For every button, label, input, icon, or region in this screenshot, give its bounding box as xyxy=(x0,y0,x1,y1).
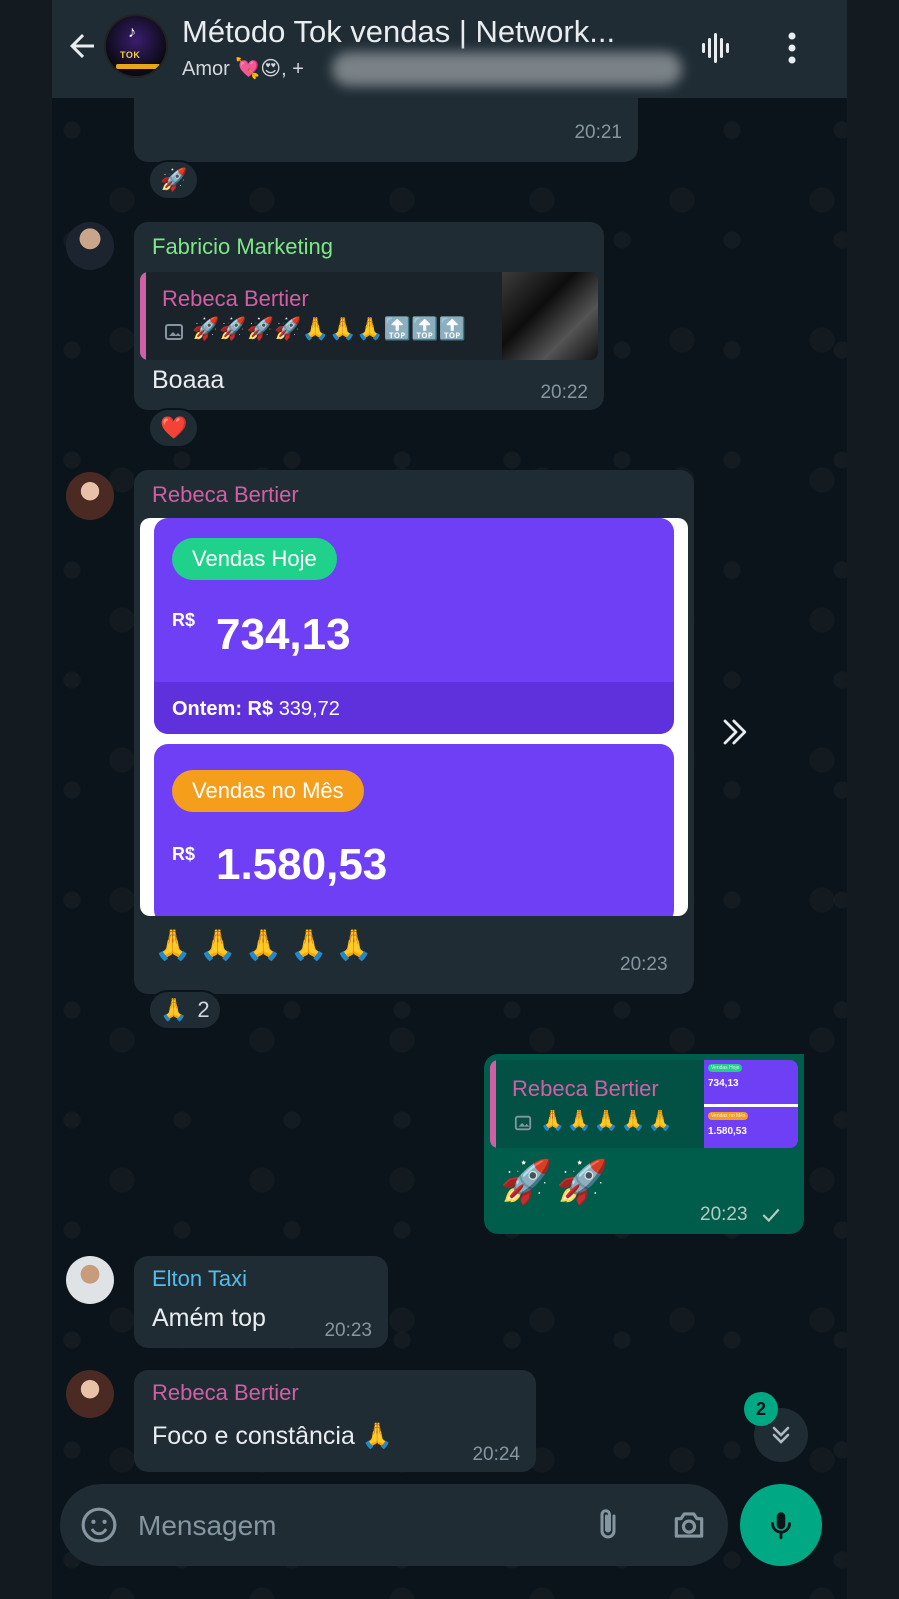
sender-name[interactable]: Rebeca Bertier xyxy=(152,1380,299,1406)
photo-icon xyxy=(514,1115,532,1131)
quote-bar xyxy=(490,1060,496,1148)
voice-record-button[interactable] xyxy=(740,1484,822,1566)
message-bubble[interactable]: Elton Taxi Amém top 20:23 xyxy=(134,1256,388,1348)
voice-chat-icon[interactable] xyxy=(697,28,737,68)
group-members[interactable]: Amor 💘😍, + xyxy=(182,56,304,81)
reaction-count: 2 xyxy=(197,997,210,1022)
yesterday-amount: 339,72 xyxy=(278,698,340,720)
double-chevron-down-icon xyxy=(772,1426,790,1444)
chat-header: ♪ TOK Método Tok vendas | Network... Amo… xyxy=(52,0,847,98)
sender-name[interactable]: Rebeca Bertier xyxy=(152,482,299,508)
sales-month-card: Vendas no Mês R$ 1.580,53 xyxy=(154,744,674,916)
tiktok-logo-icon: ♪ xyxy=(128,24,136,41)
sales-today-label: Vendas Hoje xyxy=(172,538,337,580)
more-options-icon[interactable] xyxy=(777,28,807,68)
message-text: 🙏🙏🙏🙏🙏 xyxy=(154,929,381,962)
thumb-label: Vendas Hoje xyxy=(708,1064,743,1072)
avatar[interactable] xyxy=(66,1256,114,1304)
quoted-message[interactable]: Rebeca Bertier 🚀🚀🚀🚀🙏🙏🙏🔝🔝🔝 xyxy=(140,272,598,360)
quoted-image-thumbnail: Vendas Hoje 734,13 Vendas no Mês 1.580,5… xyxy=(704,1060,798,1148)
thumb-month-label: Vendas no Mês xyxy=(708,1112,749,1120)
sales-month-amount: 1.580,53 xyxy=(216,840,388,889)
sales-month-label: Vendas no Mês xyxy=(172,770,364,812)
message-time: 20:23 xyxy=(700,1204,748,1225)
message-composer[interactable]: Mensagem xyxy=(60,1484,728,1566)
thumb-month-amount: 1.580,53 xyxy=(708,1126,747,1137)
quote-bar xyxy=(140,272,146,360)
message-time: 20:22 xyxy=(540,382,588,403)
avatar[interactable] xyxy=(66,472,114,520)
forward-icon[interactable] xyxy=(714,710,758,754)
message-input[interactable]: Mensagem xyxy=(138,1510,277,1542)
message-text: 🚀🚀 xyxy=(500,1158,613,1205)
quoted-image-thumbnail xyxy=(502,272,598,360)
chat-screen: ♪ TOK Método Tok vendas | Network... Amo… xyxy=(52,0,847,1599)
quoted-text: 🚀🚀🚀🚀🙏🙏🙏🔝🔝🔝 xyxy=(192,316,466,341)
sent-check-icon xyxy=(762,1208,780,1223)
quoted-sender: Rebeca Bertier xyxy=(512,1076,659,1101)
emoji-icon[interactable] xyxy=(80,1506,118,1544)
message-text: Boaaa xyxy=(152,366,225,394)
avatar[interactable] xyxy=(66,222,114,270)
currency-symbol: R$ xyxy=(172,610,196,630)
yesterday-row: Ontem: R$ 339,72 xyxy=(154,682,674,734)
avatar-text-top: TOK xyxy=(120,50,141,60)
attach-icon[interactable] xyxy=(590,1506,626,1544)
yesterday-label: Ontem: R$ xyxy=(172,698,274,720)
back-arrow-icon[interactable] xyxy=(64,28,100,64)
avatar-banner xyxy=(116,64,160,69)
message-time: 20:21 xyxy=(574,122,622,143)
message-time: 20:23 xyxy=(620,954,668,975)
message-reaction[interactable]: ❤️ xyxy=(148,408,200,448)
camera-icon[interactable] xyxy=(670,1506,708,1544)
message-text: Foco e constância 🙏 xyxy=(152,1422,393,1450)
reaction-emoji: 🙏 xyxy=(160,997,188,1022)
message-reaction[interactable]: 🚀 xyxy=(148,160,200,200)
message-text: Amém top xyxy=(152,1304,266,1332)
message-reaction[interactable]: 🙏 2 xyxy=(148,990,222,1030)
sales-today-card: Vendas Hoje R$ 734,13 Ontem: R$ 339,72 xyxy=(154,518,674,734)
quoted-text: 🙏🙏🙏🙏🙏 xyxy=(540,1110,675,1132)
message-time: 20:23 xyxy=(324,1320,372,1341)
group-avatar[interactable]: ♪ TOK xyxy=(104,14,168,78)
image-attachment[interactable]: Vendas Hoje R$ 734,13 Ontem: R$ 339,72 V… xyxy=(140,518,688,916)
thumb-amount: 734,13 xyxy=(708,1078,739,1089)
microphone-icon xyxy=(771,1512,791,1540)
avatar[interactable] xyxy=(66,1370,114,1418)
unread-count-badge: 2 xyxy=(744,1392,778,1426)
redacted-members xyxy=(332,52,682,86)
outgoing-message-bubble[interactable]: Rebeca Bertier 🙏🙏🙏🙏🙏 Vendas Hoje 734,13 … xyxy=(484,1054,804,1234)
sales-today-amount: 734,13 xyxy=(216,610,351,659)
quoted-sender: Rebeca Bertier xyxy=(162,286,309,311)
quoted-message[interactable]: Rebeca Bertier 🙏🙏🙏🙏🙏 Vendas Hoje 734,13 … xyxy=(490,1060,798,1148)
sender-name[interactable]: Fabricio Marketing xyxy=(152,234,333,260)
message-bubble[interactable]: Rebeca Bertier Foco e constância 🙏 20:24 xyxy=(134,1370,536,1472)
currency-symbol: R$ xyxy=(172,844,196,864)
group-title[interactable]: Método Tok vendas | Network... xyxy=(182,14,682,50)
message-time: 20:24 xyxy=(472,1444,520,1465)
message-bubble[interactable]: Fabricio Marketing Rebeca Bertier 🚀🚀🚀🚀🙏🙏… xyxy=(134,222,604,410)
sender-name[interactable]: Elton Taxi xyxy=(152,1266,247,1292)
photo-icon xyxy=(165,324,183,340)
